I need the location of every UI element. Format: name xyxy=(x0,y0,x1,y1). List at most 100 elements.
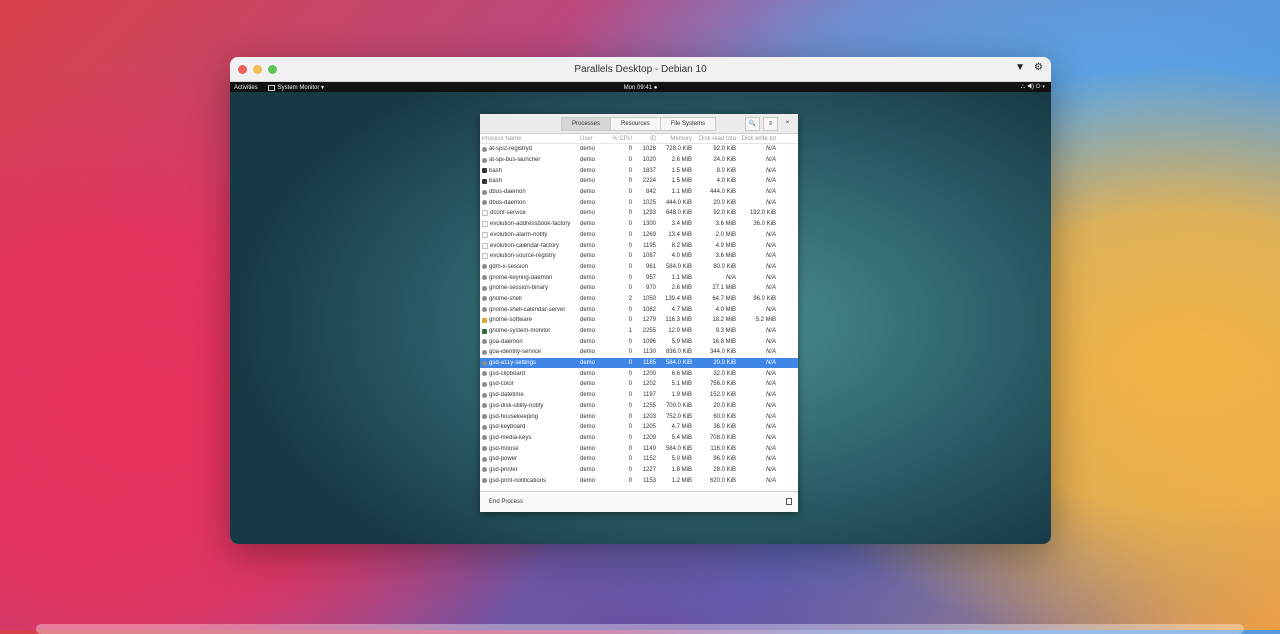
memory-cell: 584.0 KiB xyxy=(665,263,692,270)
disk-read-cell: 60.0 KiB xyxy=(713,413,736,420)
disk-write-cell: N/A xyxy=(765,178,776,185)
column-disk-read[interactable]: Disk read tota xyxy=(692,136,736,142)
column-id[interactable]: ID xyxy=(632,136,656,142)
header-buttons: 🔍 ≡ × xyxy=(745,117,794,131)
id-cell: 1025 xyxy=(642,199,656,206)
system-status-icons[interactable]: ⛬ ◀) ⏻ ▾ xyxy=(1021,84,1045,91)
process-name-cell: gnome-system-monitor xyxy=(480,328,578,334)
table-row[interactable]: gsd-power demo 0 1152 5.0 MiB 96.0 KiB N/A xyxy=(480,454,798,465)
table-row[interactable]: gsd-a11y-settings demo 0 1185 584.0 KiB 20.0 … xyxy=(480,357,798,369)
table-row[interactable]: evolution-calendar-factory demo 0 1195 8.2 M… xyxy=(480,240,798,251)
id-cell: 961 xyxy=(645,263,656,270)
dropdown-icon[interactable]: ▼ xyxy=(1015,62,1025,73)
table-row[interactable]: evolution-source-registry demo 0 1087 4.0 Mi… xyxy=(480,251,798,262)
process-name: dbus-daemon xyxy=(489,189,526,196)
table-row[interactable]: goa-daemon demo 0 1096 5.9 MiB 16.8 MiB N/A xyxy=(480,336,798,347)
tab-file-systems[interactable]: File Systems xyxy=(660,117,717,131)
process-name-cell: at-spi-bus-launcher xyxy=(480,157,578,163)
process-name: gnome-software xyxy=(489,317,533,324)
clock[interactable]: Mon 09:41 ● xyxy=(230,85,1051,91)
table-row[interactable]: gsd-datetime demo 0 1197 1.9 MiB 152.0 KiB N/A xyxy=(480,390,798,401)
disk-read-cell: 80.0 KiB xyxy=(713,263,736,270)
process-name-cell: goa-identity-service xyxy=(480,349,578,355)
table-row[interactable]: dbus-daemon demo 0 1025 444.0 KiB 20.0 KiB N/A xyxy=(480,197,798,208)
column-memory[interactable]: Memory xyxy=(656,136,692,142)
memory-cell: 116.3 MiB xyxy=(665,317,692,324)
gear-icon xyxy=(482,392,487,398)
table-row[interactable]: evolution-addressbook-factory demo 0 1300 3.… xyxy=(480,219,798,230)
disk-read-cell: 18.2 MiB xyxy=(712,317,736,324)
process-name: evolution-calendar-factory xyxy=(490,242,560,249)
table-row[interactable]: at-spi2-registryd demo 0 1028 728.0 KiB 92.0 … xyxy=(480,144,798,155)
disk-write-cell: N/A xyxy=(765,349,776,356)
cpu-cell: 0 xyxy=(628,424,632,431)
column-user[interactable]: User xyxy=(578,136,606,142)
table-row[interactable]: gsd-media-keys demo 0 1209 5.4 MiB 708.0 KiB N… xyxy=(480,433,798,444)
cpu-cell: 0 xyxy=(628,253,632,260)
properties-icon[interactable] xyxy=(786,498,792,505)
tab-processes[interactable]: Processes xyxy=(561,117,612,131)
column-process-name[interactable]: Process Name xyxy=(480,136,578,142)
table-row[interactable]: gnome-session-binary demo 0 970 2.6 MiB 27.1 … xyxy=(480,283,798,294)
table-row[interactable]: gsd-print-notifications demo 0 1153 1.2 MiB 6… xyxy=(480,475,798,486)
table-row[interactable]: gsd-color demo 0 1202 5.1 MiB 756.0 KiB N/A xyxy=(480,379,798,390)
hamburger-menu-icon[interactable]: ≡ xyxy=(763,117,778,131)
table-row[interactable]: gnome-keyring-daemon demo 0 957 1.1 MiB N/A N/… xyxy=(480,272,798,283)
end-process-button[interactable]: End Process xyxy=(489,499,523,505)
disk-write-cell: N/A xyxy=(765,189,776,196)
table-row[interactable]: gnome-system-monitor demo 1 2255 12.0 MiB 9.3… xyxy=(480,326,798,337)
process-name-cell: gnome-shell-calendar-server xyxy=(480,307,578,313)
table-row[interactable]: bash demo 0 2224 1.5 MiB 4.0 KiB N/A xyxy=(480,176,798,187)
process-name: gsd-printer xyxy=(489,466,518,473)
cpu-cell: 0 xyxy=(628,157,632,164)
term-icon xyxy=(482,168,487,174)
process-name-cell: gsd-clipboard xyxy=(480,371,578,377)
table-row[interactable]: gdm-x-session demo 0 961 584.0 KiB 80.0 KiB N/… xyxy=(480,262,798,273)
table-row[interactable]: gsd-keyboard demo 0 1205 4.7 MiB 36.0 KiB N/A xyxy=(480,422,798,433)
id-cell: 842 xyxy=(645,189,656,196)
cpu-cell: 0 xyxy=(628,274,632,281)
process-name: at-spi2-registryd xyxy=(489,146,533,153)
search-icon[interactable]: 🔍 xyxy=(745,117,760,131)
id-cell: 1209 xyxy=(642,434,656,441)
disk-read-cell: 96.0 KiB xyxy=(713,456,736,463)
cpu-cell: 0 xyxy=(628,413,632,420)
disk-read-cell: 28.0 KiB xyxy=(713,466,736,473)
process-name: gsd-print-notifications xyxy=(489,477,547,484)
table-row[interactable]: bash demo 0 1837 1.5 MiB 8.0 KiB N/A xyxy=(480,165,798,176)
gear-icon[interactable]: ⚙ xyxy=(1034,62,1043,73)
process-name: gsd-clipboard xyxy=(489,370,526,377)
user-cell: demo xyxy=(580,317,596,324)
memory-cell: 1.1 MiB xyxy=(671,189,692,196)
table-row[interactable]: goa-identity-service demo 0 1130 836.0 KiB 34… xyxy=(480,347,798,358)
table-row[interactable]: gsd-printer demo 0 1227 1.8 MiB 28.0 KiB N/A xyxy=(480,465,798,476)
table-row[interactable]: evolution-alarm-notify demo 0 1269 13.4 MiB 2… xyxy=(480,230,798,241)
table-row[interactable]: dbus-daemon demo 0 842 1.1 MiB 444.0 KiB N/A xyxy=(480,187,798,198)
table-row[interactable]: gsd-clipboard demo 0 1200 6.6 MiB 32.0 KiB N/A xyxy=(480,368,798,379)
table-row[interactable]: gsd-disk-utility-notify demo 0 1255 700.0 Ki… xyxy=(480,401,798,412)
view-tabs: Processes Resources File Systems xyxy=(561,117,717,131)
id-cell: 1205 xyxy=(642,424,656,431)
process-name-cell: gsd-print-notifications xyxy=(480,478,578,484)
gear-icon xyxy=(482,478,487,484)
memory-cell: 6.6 MiB xyxy=(671,370,692,377)
cpu-cell: 2 xyxy=(628,295,632,302)
cpu-cell: 0 xyxy=(628,221,632,228)
gear-icon xyxy=(482,371,487,377)
column-cpu[interactable]: % CPU xyxy=(606,136,632,142)
process-name-cell: goa-daemon xyxy=(480,339,578,345)
column-disk-write[interactable]: Disk write tot xyxy=(736,136,776,142)
tab-resources[interactable]: Resources xyxy=(611,117,661,131)
process-name-cell: dbus-daemon xyxy=(480,189,578,195)
table-row[interactable]: gsd-housekeeping demo 0 1203 752.0 KiB 60.0 K… xyxy=(480,411,798,422)
table-row[interactable]: gsd-mouse demo 0 1149 584.0 KiB 116.0 KiB N/A xyxy=(480,443,798,454)
user-cell: demo xyxy=(580,370,596,377)
table-row[interactable]: gnome-shell-calendar-server demo 0 1082 4.7 … xyxy=(480,304,798,315)
close-icon[interactable]: × xyxy=(781,117,794,129)
table-row[interactable]: at-spi-bus-launcher demo 0 1020 2.6 MiB 24.0 … xyxy=(480,155,798,166)
table-row[interactable]: dconf-service demo 0 1293 648.0 KiB 92.0 KiB 1… xyxy=(480,208,798,219)
disk-write-cell: N/A xyxy=(765,253,776,260)
disk-write-cell: 36.0 KiB xyxy=(753,221,776,228)
table-row[interactable]: gnome-software demo 0 1279 116.3 MiB 18.2 MiB… xyxy=(480,315,798,326)
table-row[interactable]: gnome-shell demo 2 1050 139.4 MiB 64.7 MiB 96.… xyxy=(480,294,798,305)
